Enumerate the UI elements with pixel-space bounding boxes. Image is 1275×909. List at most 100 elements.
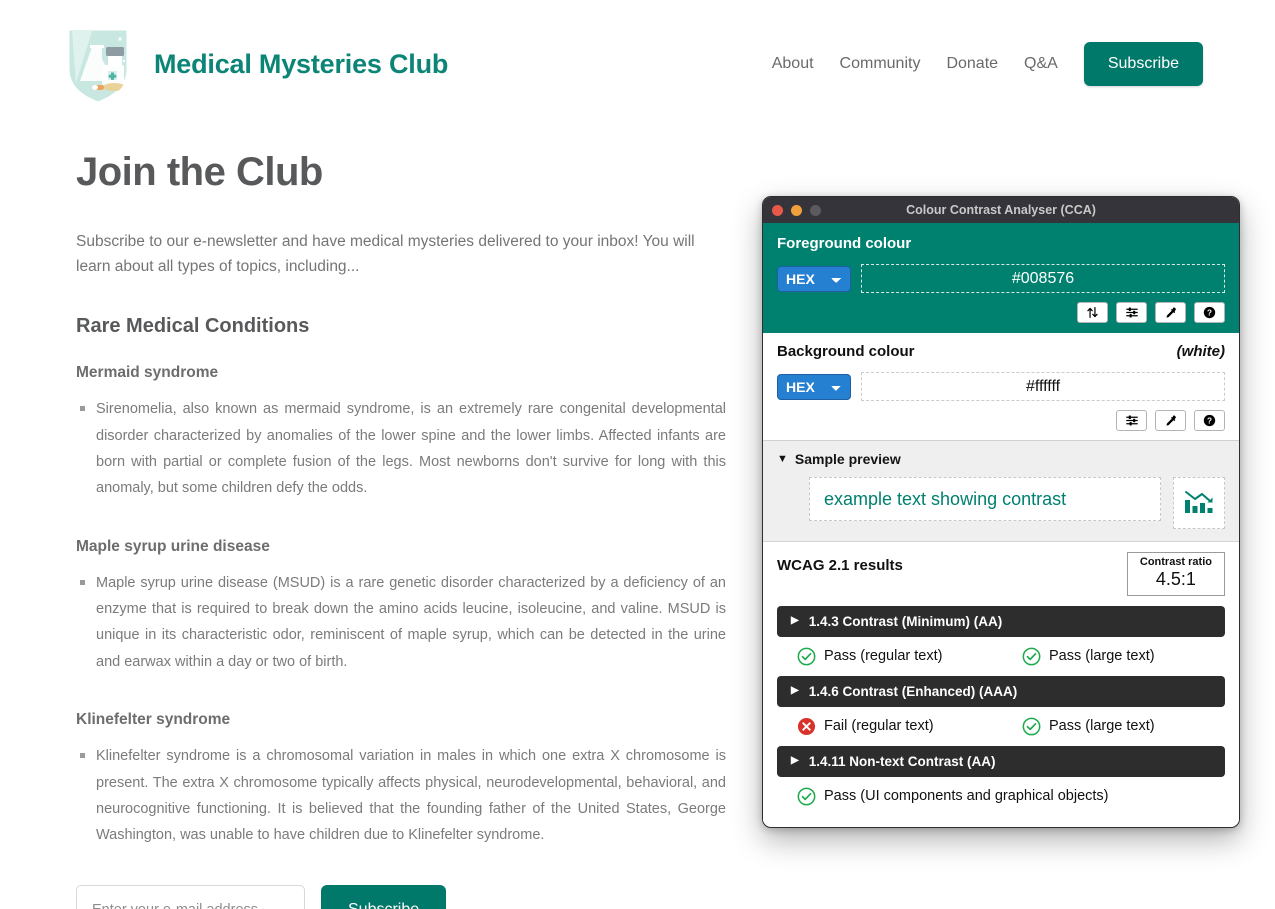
- foreground-eyedropper-button[interactable]: [1155, 302, 1186, 323]
- background-heading: Background colour: [777, 343, 915, 360]
- header-subscribe-button[interactable]: Subscribe: [1083, 42, 1203, 86]
- result-text: Fail (regular text): [824, 718, 934, 735]
- result-item: Fail (regular text): [797, 717, 1022, 736]
- criterion-1-4-3-results: Pass (regular text) Pass (large text): [777, 647, 1225, 666]
- triangle-right-icon: ▶: [791, 615, 799, 627]
- bar-chart-declining-icon: [1185, 491, 1213, 513]
- svg-text:?: ?: [1207, 309, 1212, 318]
- criterion-1-4-6-label: 1.4.6 Contrast (Enhanced) (AAA): [808, 683, 1018, 699]
- pass-check-icon: [797, 787, 816, 806]
- result-text: Pass (UI components and graphical object…: [824, 788, 1109, 805]
- background-panel-header: Background colour (white): [777, 343, 1225, 360]
- sample-text-box: example text showing contrast: [809, 477, 1161, 521]
- result-text: Pass (large text): [1049, 648, 1155, 665]
- foreground-help-button[interactable]: ?: [1194, 302, 1225, 323]
- foreground-button-row: ?: [777, 302, 1225, 323]
- foreground-panel-header: Foreground colour: [777, 235, 1225, 252]
- window-title: Colour Contrast Analyser (CCA): [906, 203, 1096, 217]
- result-item: Pass (regular text): [797, 647, 1022, 666]
- pass-check-icon: [797, 647, 816, 666]
- condition-list-klinefelter: Klinefelter syndrome is a chromosomal va…: [76, 743, 726, 849]
- close-window-icon[interactable]: [772, 204, 783, 216]
- condition-list-mermaid: Sirenomelia, also known as mermaid syndr…: [76, 396, 726, 502]
- foreground-colour-row: HEX: [777, 264, 1225, 293]
- page-root: Medical Mysteries Club About Community D…: [0, 0, 1275, 909]
- contrast-ratio-box: Contrast ratio 4.5:1: [1126, 552, 1225, 596]
- background-colour-panel: Background colour (white) HEX ?: [763, 333, 1239, 441]
- intro-paragraph: Subscribe to our e-newsletter and have m…: [76, 233, 695, 276]
- triangle-down-icon: ▼: [777, 452, 788, 465]
- result-item: Pass (large text): [1022, 647, 1155, 666]
- brand-title: Medical Mysteries Club: [154, 48, 449, 79]
- sample-preview-label: Sample preview: [794, 451, 901, 467]
- background-eyedropper-button[interactable]: [1155, 410, 1186, 431]
- result-item: Pass (UI components and graphical object…: [797, 787, 1109, 806]
- pass-check-icon: [1022, 647, 1041, 666]
- medical-shield-logo-icon: [62, 21, 134, 107]
- condition-list-msud: Maple syrup urine disease (MSUD) is a ra…: [76, 570, 726, 676]
- sample-graphic-box: [1173, 477, 1225, 529]
- list-item: Klinefelter syndrome is a chromosomal va…: [80, 743, 726, 849]
- subscribe-button[interactable]: Subscribe: [321, 884, 447, 909]
- nav-link-about[interactable]: About: [772, 55, 814, 73]
- criterion-1-4-6-results: Fail (regular text) Pass (large text): [777, 717, 1225, 736]
- background-help-button[interactable]: ?: [1194, 410, 1225, 431]
- maximize-window-icon[interactable]: [810, 204, 821, 216]
- criterion-1-4-3-label: 1.4.3 Contrast (Minimum) (AA): [808, 613, 1003, 629]
- window-titlebar[interactable]: Colour Contrast Analyser (CCA): [763, 197, 1239, 223]
- result-text: Pass (large text): [1049, 718, 1155, 735]
- svg-text:?: ?: [1207, 417, 1212, 426]
- colour-contrast-analyser-window: Colour Contrast Analyser (CCA) Foregroun…: [762, 196, 1240, 828]
- main-content: Join the Club Subscribe to our e-newslet…: [76, 150, 726, 909]
- criterion-1-4-11-results: Pass (UI components and graphical object…: [777, 787, 1225, 806]
- criterion-1-4-11-label: 1.4.11 Non-text Contrast (AA): [808, 753, 996, 769]
- sample-text: example text showing contrast: [824, 488, 1067, 509]
- wcag-results-panel: WCAG 2.1 results Contrast ratio 4.5:1 ▶ …: [763, 542, 1239, 822]
- email-field[interactable]: [76, 884, 305, 909]
- foreground-heading: Foreground colour: [777, 235, 912, 252]
- wcag-results-title: WCAG 2.1 results: [777, 557, 903, 574]
- criterion-1-4-11-bar[interactable]: ▶ 1.4.11 Non-text Contrast (AA): [777, 745, 1225, 777]
- list-item: Sirenomelia, also known as mermaid syndr…: [80, 396, 726, 502]
- condition-title-klinefelter: Klinefelter syndrome: [76, 711, 231, 729]
- signup-form: Subscribe: [76, 884, 726, 909]
- list-item: Maple syrup urine disease (MSUD) is a ra…: [80, 570, 726, 676]
- nav-link-qa[interactable]: Q&A: [1024, 55, 1058, 73]
- background-colour-row: HEX: [777, 372, 1225, 401]
- background-sliders-button[interactable]: [1116, 410, 1147, 431]
- condition-title-msud: Maple syrup urine disease: [76, 537, 270, 555]
- foreground-format-select[interactable]: HEX: [777, 265, 851, 292]
- result-text: Pass (regular text): [824, 648, 943, 665]
- contrast-ratio-value: 4.5:1: [1155, 569, 1196, 590]
- brand[interactable]: Medical Mysteries Club: [62, 21, 448, 107]
- condition-title-mermaid: Mermaid syndrome: [76, 364, 219, 382]
- sample-preview-panel: ▼ Sample preview example text showing co…: [763, 441, 1239, 542]
- nav-link-community[interactable]: Community: [840, 55, 921, 73]
- wcag-results-header: WCAG 2.1 results Contrast ratio 4.5:1: [777, 552, 1225, 596]
- nav-link-donate[interactable]: Donate: [946, 55, 998, 73]
- minimize-window-icon[interactable]: [791, 204, 802, 216]
- window-traffic-lights: [772, 204, 821, 216]
- triangle-right-icon: ▶: [791, 755, 799, 767]
- background-colour-note: (white): [1176, 343, 1225, 360]
- sample-preview-row: example text showing contrast: [777, 477, 1225, 529]
- foreground-sliders-button[interactable]: [1116, 302, 1147, 323]
- contrast-ratio-label: Contrast ratio: [1139, 556, 1212, 568]
- background-colour-input[interactable]: [861, 372, 1225, 401]
- foreground-colour-panel: Foreground colour HEX ?: [763, 223, 1239, 333]
- site-header: Medical Mysteries Club About Community D…: [0, 0, 1275, 128]
- main-nav: About Community Donate Q&A Subscribe: [772, 42, 1203, 86]
- criterion-1-4-6-bar[interactable]: ▶ 1.4.6 Contrast (Enhanced) (AAA): [777, 675, 1225, 707]
- swap-colours-button[interactable]: [1077, 302, 1108, 323]
- background-button-row: ?: [777, 410, 1225, 431]
- section-title: Rare Medical Conditions: [76, 315, 310, 338]
- criterion-1-4-3-bar[interactable]: ▶ 1.4.3 Contrast (Minimum) (AA): [777, 605, 1225, 637]
- pass-check-icon: [1022, 717, 1041, 736]
- background-format-select[interactable]: HEX: [777, 373, 851, 400]
- page-title: Join the Club: [76, 150, 323, 194]
- result-item: Pass (large text): [1022, 717, 1155, 736]
- sample-preview-disclosure[interactable]: ▼ Sample preview: [777, 451, 1225, 467]
- foreground-colour-input[interactable]: [861, 264, 1225, 293]
- fail-cross-icon: [797, 717, 816, 735]
- triangle-right-icon: ▶: [791, 685, 799, 697]
